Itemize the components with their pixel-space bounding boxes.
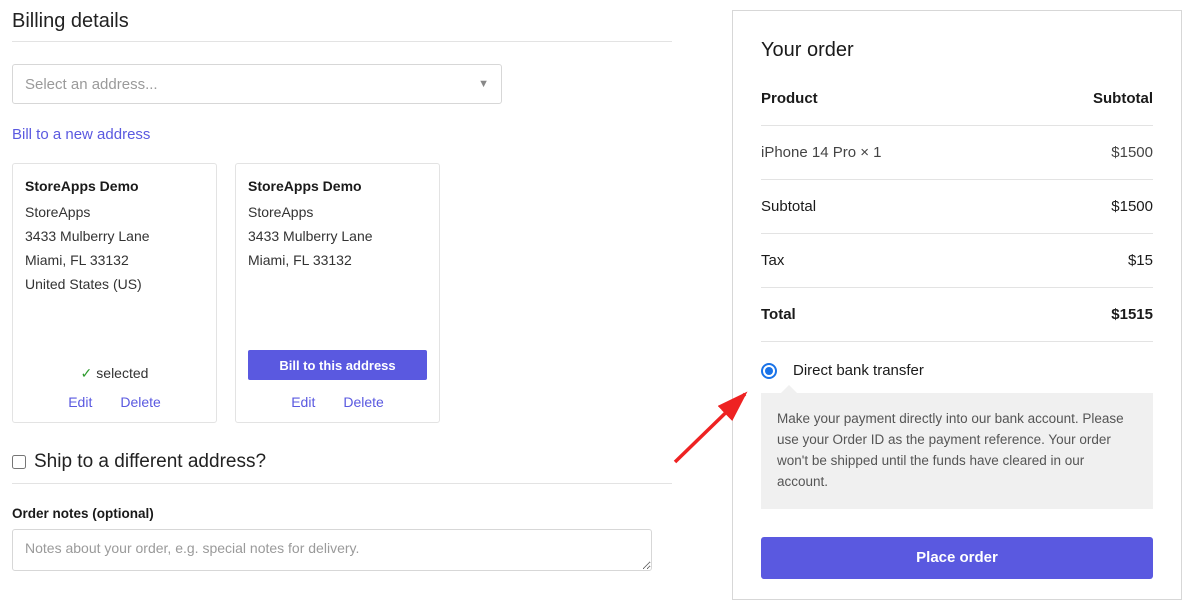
payment-method-label: Direct bank transfer xyxy=(793,362,924,379)
order-subtotal-label: Subtotal xyxy=(761,198,816,215)
order-subtotal-value: $1500 xyxy=(1111,198,1153,215)
address-name: StoreApps Demo xyxy=(248,178,427,194)
order-item-price: $1500 xyxy=(1111,144,1153,161)
radio-selected-icon[interactable] xyxy=(761,363,777,379)
ship-different-row[interactable]: Ship to a different address? xyxy=(12,451,672,484)
place-order-button[interactable]: Place order xyxy=(761,537,1153,579)
chevron-down-icon: ▼ xyxy=(478,78,489,90)
order-head-subtotal: Subtotal xyxy=(1093,90,1153,107)
ship-different-label: Ship to a different address? xyxy=(34,451,266,473)
address-street: 3433 Mulberry Lane xyxy=(248,228,427,244)
order-tax-value: $15 xyxy=(1128,252,1153,269)
edit-address-link[interactable]: Edit xyxy=(291,394,315,410)
selected-badge: ✓selected xyxy=(25,365,204,382)
order-total-label: Total xyxy=(761,306,796,323)
order-item-name: iPhone 14 Pro × 1 xyxy=(761,144,882,161)
address-select-placeholder: Select an address... xyxy=(25,76,158,93)
order-notes-input[interactable] xyxy=(12,529,652,571)
payment-method-row[interactable]: Direct bank transfer xyxy=(761,342,1153,393)
bill-to-address-button[interactable]: Bill to this address xyxy=(248,350,427,380)
order-title: Your order xyxy=(761,39,1153,62)
address-name: StoreApps Demo xyxy=(25,178,204,194)
address-card: StoreApps Demo StoreApps 3433 Mulberry L… xyxy=(12,163,217,423)
address-city: Miami, FL 33132 xyxy=(25,252,204,268)
payment-method-description: Make your payment directly into our bank… xyxy=(761,393,1153,509)
address-street: 3433 Mulberry Lane xyxy=(25,228,204,244)
address-card: StoreApps Demo StoreApps 3433 Mulberry L… xyxy=(235,163,440,423)
delete-address-link[interactable]: Delete xyxy=(120,394,160,410)
address-country: United States (US) xyxy=(25,276,204,292)
address-company: StoreApps xyxy=(25,204,204,220)
order-total-value: $1515 xyxy=(1111,306,1153,323)
bill-new-address-link[interactable]: Bill to a new address xyxy=(12,126,150,143)
address-company: StoreApps xyxy=(248,204,427,220)
order-head-product: Product xyxy=(761,90,818,107)
edit-address-link[interactable]: Edit xyxy=(68,394,92,410)
ship-different-checkbox[interactable] xyxy=(12,455,26,469)
order-notes-label: Order notes (optional) xyxy=(12,506,672,521)
order-summary-panel: Your order Product Subtotal iPhone 14 Pr… xyxy=(732,10,1182,600)
delete-address-link[interactable]: Delete xyxy=(343,394,383,410)
address-select[interactable]: Select an address... ▼ xyxy=(12,64,502,104)
check-icon: ✓ xyxy=(81,365,93,381)
address-city: Miami, FL 33132 xyxy=(248,252,427,268)
billing-title: Billing details xyxy=(12,10,672,42)
order-tax-label: Tax xyxy=(761,252,784,269)
